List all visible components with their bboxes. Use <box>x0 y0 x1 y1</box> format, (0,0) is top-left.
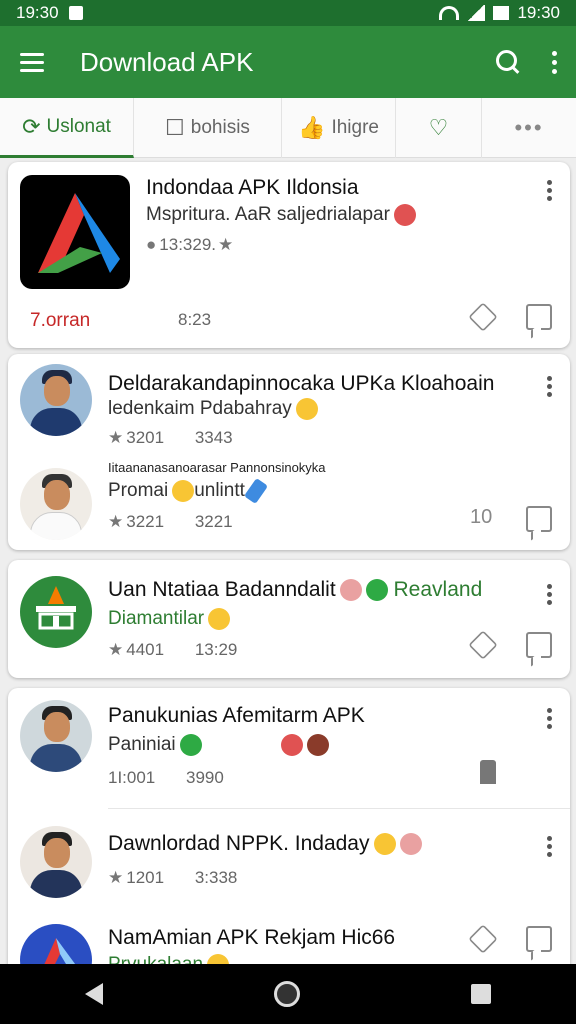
avatar[interactable] <box>20 826 92 898</box>
notification-icon <box>68 6 83 20</box>
smile-emoji-icon <box>373 833 396 856</box>
avatar[interactable] <box>20 700 92 772</box>
heart-eyes-emoji-icon <box>393 204 416 226</box>
share-count[interactable]: 10 <box>470 506 492 529</box>
bookmark-icon[interactable] <box>480 760 496 784</box>
recent-apps-icon[interactable] <box>470 984 491 1004</box>
rose-emoji-icon <box>280 734 303 756</box>
post-stats: ★ 1201 3:338 <box>108 868 238 887</box>
repost-icon[interactable] <box>468 924 498 954</box>
comment-icon[interactable] <box>526 304 552 330</box>
comment-icon[interactable] <box>526 926 552 952</box>
org-logo-avatar[interactable] <box>20 576 92 648</box>
app-title: Download APK <box>80 46 254 77</box>
post-stats: 1I:001 3990 <box>108 768 224 787</box>
post-card: Uan Ntatiaa Badanndalit Reavland Diamant… <box>8 560 570 678</box>
face-emoji-icon <box>306 734 329 756</box>
post-subtitle: ledenkaim Pdabahray <box>108 398 318 420</box>
post-overflow-icon[interactable] <box>546 836 552 857</box>
wow-emoji-icon <box>172 480 195 502</box>
status-time-right: 19:30 <box>517 3 560 22</box>
tab-3-label: Ihigre <box>331 117 379 138</box>
repost-icon[interactable] <box>468 302 498 332</box>
card-rating: ● 13:329. ★ <box>146 235 234 254</box>
badge-icon: ● <box>146 235 157 254</box>
tab-2[interactable]: ☐ bohisis <box>134 98 282 158</box>
search-icon[interactable] <box>494 48 522 76</box>
check-emoji-icon <box>179 734 202 756</box>
avatar[interactable] <box>20 468 92 540</box>
card-title: Indondaa APK Ildonsia <box>146 176 359 199</box>
wifi-icon <box>439 6 460 20</box>
app-logo <box>20 175 130 289</box>
overflow-menu-icon[interactable] <box>548 48 560 76</box>
pencil-emoji-icon <box>243 477 268 505</box>
smile-emoji-icon <box>295 398 318 420</box>
menu-icon[interactable] <box>20 44 56 80</box>
chat-icon: ☐ <box>165 115 185 140</box>
card-subtitle: Mspritura. AaR saljedrialapar <box>146 204 416 226</box>
post-overflow-icon[interactable] <box>546 584 552 605</box>
post-card: Deldarakandapinnocaka UPKa Kloahoain led… <box>8 354 570 550</box>
post-overflow-icon[interactable] <box>546 708 552 729</box>
post-title: Uan Ntatiaa Badanndalit Reavland <box>108 578 483 602</box>
card-footer-label: 7.orran <box>30 310 91 331</box>
card-overflow-icon[interactable] <box>546 180 552 201</box>
smile-emoji-icon <box>208 608 231 630</box>
repost-icon[interactable] <box>468 630 498 660</box>
status-bar: 19:30 19:30 <box>0 0 576 26</box>
tab-3[interactable]: 👍 Ihigre <box>282 98 396 158</box>
post-subtitle: Diamantilar <box>108 608 231 630</box>
star-icon: ★ <box>108 512 124 531</box>
heart-icon: ♡ <box>428 115 449 140</box>
battery-icon <box>493 6 510 20</box>
post-card: Panukunias Afemitarm APK Paniniai 1I:001… <box>8 688 570 996</box>
back-icon[interactable] <box>85 983 104 1005</box>
post-stats: ★ 4401 13:29 <box>108 640 238 659</box>
thumbs-up-icon: 👍 <box>298 115 326 140</box>
star-icon: ★ <box>218 235 234 254</box>
star-icon: ★ <box>108 868 124 887</box>
post-stats: ★ 3221 3221 <box>108 512 233 531</box>
star-icon: ★ <box>108 640 124 659</box>
app-bar: Download APK <box>0 26 576 98</box>
comment-icon[interactable] <box>526 632 552 658</box>
status-time: 19:30 <box>16 3 59 22</box>
post-title: Deldarakandapinnocaka UPKa Kloahoain <box>108 372 495 395</box>
post-title: Dawnlordad NPPK. Indaday <box>108 832 422 856</box>
post-stats: ★ 3201 3343 <box>108 428 233 447</box>
card-footer-time: 8:23 <box>178 310 212 329</box>
star-icon: ★ <box>108 428 124 447</box>
post-subtitle: Promai unlintt <box>108 477 268 505</box>
post-overflow-icon[interactable] <box>546 376 552 397</box>
tab-1[interactable]: ⟳ Uslonat <box>0 98 134 158</box>
post-title: NamAmian APK Rekjam Hic66 <box>108 926 396 949</box>
tab-bar: ⟳ Uslonat ☐ bohisis 👍 Ihigre ♡ ••• <box>0 98 576 158</box>
heart-emoji-icon <box>339 579 362 602</box>
comment-icon[interactable] <box>526 506 552 532</box>
avatar[interactable] <box>20 364 92 436</box>
tag-icon: ⟳ <box>22 113 41 139</box>
post-title: Panukunias Afemitarm APK <box>108 704 365 727</box>
check-emoji-icon <box>365 579 388 602</box>
post-caption: Iitaananasanoarasar Pannonsinokyka <box>108 460 326 475</box>
app-card[interactable]: Indondaa APK Ildonsia Mspritura. AaR sal… <box>8 162 570 348</box>
signal-icon <box>467 5 486 21</box>
home-icon[interactable] <box>273 981 300 1007</box>
tab-favorites[interactable]: ♡ <box>396 98 482 158</box>
post-subtitle: Paniniai <box>108 734 329 756</box>
system-nav-bar <box>0 964 576 1024</box>
tab-more[interactable]: ••• <box>482 98 576 158</box>
tab-2-label: bohisis <box>190 117 250 138</box>
tab-1-label: Uslonat <box>46 115 111 137</box>
rose-emoji-icon <box>399 833 422 856</box>
